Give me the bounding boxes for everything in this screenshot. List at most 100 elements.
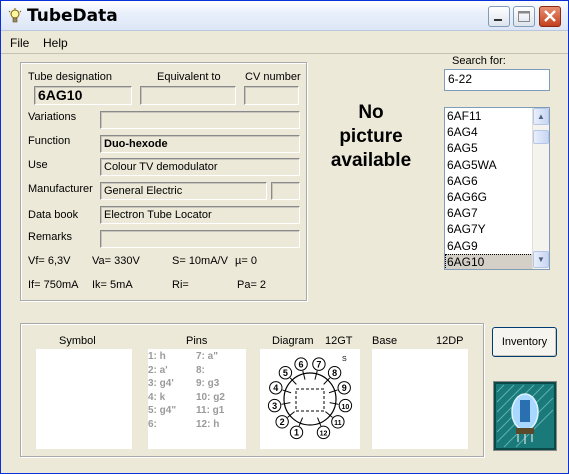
- remarks-field[interactable]: [100, 230, 300, 248]
- function-field[interactable]: Duo-hexode: [100, 135, 300, 153]
- pin-entry: 4: k: [148, 391, 166, 403]
- use-label: Use: [28, 159, 48, 171]
- menu-help[interactable]: Help: [43, 36, 68, 50]
- app-logo: [493, 381, 557, 451]
- shield-marker: S: [342, 356, 347, 363]
- pin-number: 6: [299, 359, 304, 369]
- main-window: TubeData File Help Tube designation Equi…: [0, 0, 569, 474]
- equivalent-field[interactable]: [140, 86, 236, 105]
- pin-entry: 2: a': [148, 364, 168, 376]
- cv-label: CV number: [245, 71, 301, 83]
- pin-lead: [282, 389, 292, 394]
- pin-entry: 11: g1: [196, 405, 225, 416]
- search-label: Search for:: [452, 55, 506, 67]
- databook-label: Data book: [28, 209, 79, 221]
- pin-number: 5: [283, 368, 288, 378]
- scroll-down-button[interactable]: ▼: [533, 251, 549, 268]
- minimize-button[interactable]: [488, 6, 510, 27]
- spec-pa: Pa= 2: [237, 279, 267, 291]
- picture-placeholder: No picture available: [311, 101, 431, 173]
- databook-field[interactable]: Electron Tube Locator: [100, 206, 300, 224]
- pin-entry: 5: g4": [148, 405, 177, 416]
- pin-number: 9: [342, 383, 347, 393]
- close-icon: [544, 10, 556, 22]
- use-field[interactable]: Colour TV demodulator: [100, 158, 300, 176]
- pin-lead: [329, 402, 339, 405]
- scroll-thumb[interactable]: [533, 130, 549, 144]
- chevron-down-icon: ▼: [537, 255, 545, 264]
- pin-lead: [281, 402, 291, 405]
- pin-entry: 12: h: [196, 418, 220, 430]
- symbol-label: Symbol: [59, 335, 96, 347]
- pin-lead: [314, 370, 318, 380]
- diagram-code: 12GT: [325, 335, 353, 347]
- pin-entry: 9: g3: [196, 378, 220, 389]
- inventory-button[interactable]: Inventory: [492, 327, 557, 357]
- picture-text-line1: No: [358, 102, 384, 123]
- spec-vf: Vf= 6,3V: [28, 255, 71, 267]
- pin-lead: [328, 389, 338, 394]
- pin-entry: 3: g4': [148, 378, 174, 389]
- maximize-button[interactable]: [513, 6, 535, 27]
- cv-field[interactable]: [244, 86, 299, 105]
- pin-number: 4: [273, 383, 278, 393]
- socket-ring: [283, 372, 337, 426]
- menu-bar: File Help: [1, 32, 568, 54]
- pin-lead: [302, 370, 306, 380]
- base-panel: [372, 349, 468, 449]
- search-input[interactable]: 6-22: [444, 69, 550, 91]
- pin-number: 3: [272, 401, 277, 411]
- designation-field[interactable]: 6AG10: [34, 86, 132, 105]
- chevron-up-icon: ▲: [537, 112, 545, 121]
- manufacturer-label: Manufacturer: [28, 183, 93, 195]
- pins-label: Pins: [186, 335, 208, 347]
- symbol-panel: [36, 349, 132, 449]
- spec-ik: Ik= 5mA: [92, 279, 133, 291]
- picture-text-line3: available: [330, 150, 412, 171]
- function-label: Function: [28, 135, 71, 147]
- pin-diagram-graphic: 123456 789101112S: [267, 356, 353, 440]
- pin-number: 12: [320, 431, 328, 438]
- pin-number: 11: [334, 420, 342, 427]
- pin-number: 10: [341, 404, 349, 411]
- maximize-icon: [518, 11, 530, 22]
- pin-lead: [317, 417, 322, 427]
- base-code: 12DP: [436, 335, 464, 347]
- electrode-outline: [295, 388, 325, 412]
- diagram-panel: 1 2 3 4 5 6 7 8 9 10 11 12 S: [260, 349, 360, 449]
- spec-mu: µ= 0: [235, 255, 257, 267]
- pin-entry: 8:: [196, 364, 205, 376]
- pin-number: 8: [332, 368, 337, 378]
- manufacturer-extra-field[interactable]: [271, 182, 300, 200]
- pin-number: 2: [280, 417, 285, 427]
- window-title: TubeData: [27, 6, 118, 26]
- menu-file[interactable]: File: [10, 36, 29, 50]
- pin-number: 7: [316, 359, 321, 369]
- variations-field[interactable]: [100, 111, 300, 129]
- spec-va: Va= 330V: [92, 255, 140, 267]
- pins-panel: 1: h 2: a' 3: g4' 4: k 5: g4" 6: 7: a" 8: 9: g3…: [148, 349, 246, 449]
- variations-label: Variations: [28, 111, 77, 123]
- title-bar[interactable]: TubeData: [1, 1, 568, 31]
- manufacturer-field[interactable]: General Electric: [100, 182, 267, 200]
- bulb-icon: [8, 8, 22, 23]
- pin-entry: 10: g2: [196, 391, 225, 403]
- base-label: Base: [372, 335, 398, 347]
- pin-entry: 1: h: [148, 351, 166, 362]
- close-button[interactable]: [539, 6, 561, 27]
- designation-label: Tube designation: [28, 71, 112, 83]
- pin-number: 1: [294, 428, 299, 438]
- tube-logo-icon: [494, 382, 556, 450]
- scroll-up-button[interactable]: ▲: [533, 108, 549, 125]
- minimize-icon: [494, 19, 502, 21]
- pin-entry: 7: a": [196, 351, 218, 362]
- tube-listbox[interactable]: 6AF11 6AG4 6AG5 6AG5WA 6AG6 6AG6G 6AG7 6AG7Y 6AG…: [444, 107, 550, 270]
- diagram-label: Diagram: [272, 335, 314, 347]
- picture-text-line2: picture: [339, 126, 403, 147]
- spec-s: S= 10mA/V: [172, 255, 228, 267]
- spec-ri: Ri=: [172, 279, 189, 291]
- pin-lead: [298, 417, 303, 427]
- spec-if: If= 750mA: [28, 279, 79, 291]
- remarks-label: Remarks: [28, 231, 73, 243]
- list-scrollbar[interactable]: ▲ ▼: [532, 108, 549, 269]
